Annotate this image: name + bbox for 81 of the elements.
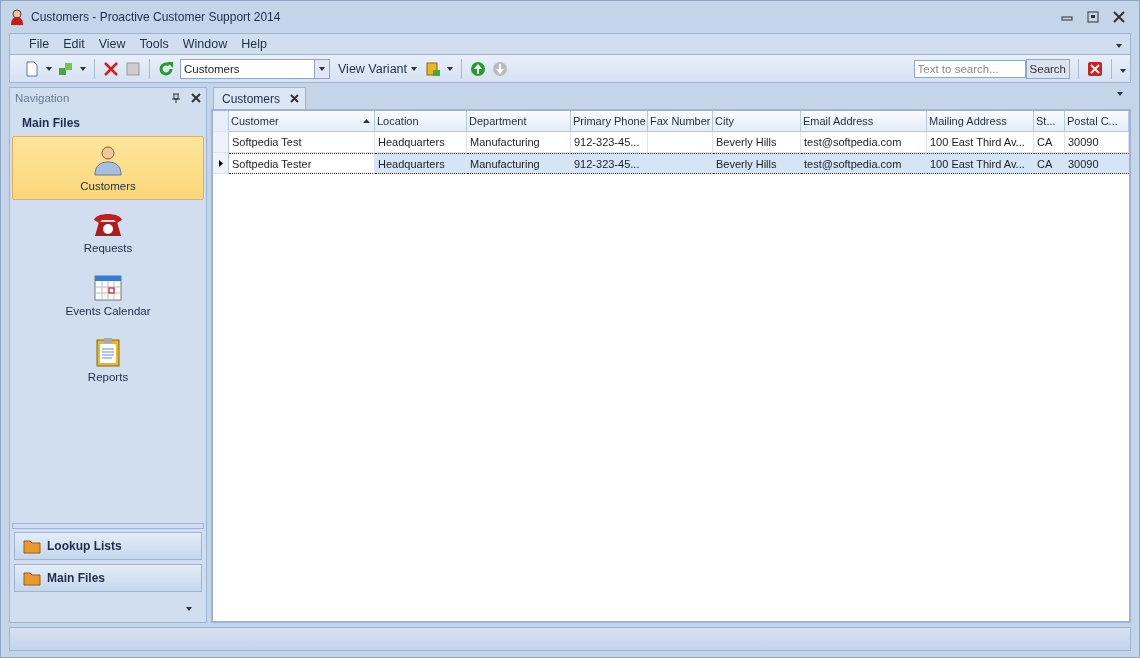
current-row-icon	[218, 159, 223, 167]
form-icon	[125, 60, 141, 77]
table-cell: test@softpedia.com	[801, 153, 927, 174]
column-header[interactable]: St...	[1034, 111, 1065, 132]
nav-item[interactable]: Reports	[12, 328, 204, 392]
table-cell: Headquarters	[375, 132, 467, 153]
caret-icon	[1117, 92, 1123, 96]
app-icon	[9, 9, 25, 25]
table-cell: Manufacturing	[467, 153, 571, 174]
table-cell	[648, 153, 713, 174]
caret-icon	[80, 66, 86, 71]
menu-item[interactable]: View	[93, 37, 131, 51]
search-button[interactable]: Search	[1025, 58, 1070, 79]
table-cell: CA	[1034, 153, 1065, 174]
close-icon	[1113, 11, 1125, 23]
clipboard-icon	[96, 337, 120, 367]
refresh-icon	[158, 60, 174, 77]
folder-icon	[23, 538, 41, 554]
folder-icon	[23, 570, 41, 586]
caret-icon	[411, 66, 418, 71]
caret-icon	[186, 607, 192, 611]
close-icon	[1087, 60, 1103, 77]
table-cell: 100 East Third Av...	[927, 132, 1034, 153]
table-cell: 100 East Third Av...	[927, 153, 1034, 174]
menu-item[interactable]: Edit	[58, 37, 90, 51]
panel-title: Navigation	[15, 92, 71, 104]
table-cell: 30090	[1065, 153, 1129, 174]
nav-item[interactable]: Requests	[12, 200, 204, 264]
group-button[interactable]: Lookup Lists	[14, 532, 202, 560]
document-tab[interactable]: Customers	[213, 87, 306, 109]
view-variant-button[interactable]: View Variant	[336, 61, 420, 76]
caret-icon	[46, 66, 52, 71]
column-header[interactable]: Primary Phone	[571, 111, 648, 132]
cubes-icon	[58, 60, 74, 77]
table-cell: 912-323-45...	[571, 153, 648, 174]
new-document-icon	[24, 60, 40, 77]
group-button[interactable]: Main Files	[14, 564, 202, 592]
delete-icon	[103, 60, 119, 77]
table-cell: Beverly Hills	[713, 153, 801, 174]
row-indicator[interactable]	[213, 153, 229, 174]
column-header[interactable]: Email Address	[801, 111, 927, 132]
table-cell: Beverly Hills	[713, 132, 801, 153]
table-cell: CA	[1034, 132, 1065, 153]
clipboard-icon	[425, 60, 442, 77]
view-combo[interactable]: Customers	[180, 58, 330, 79]
caret-icon	[1120, 68, 1126, 73]
menu-item[interactable]: Help	[236, 37, 272, 51]
corner-header	[213, 111, 229, 132]
column-header[interactable]: Mailing Address	[927, 111, 1034, 132]
restore-icon	[1087, 11, 1099, 23]
column-header[interactable]: Postal C...	[1065, 111, 1129, 132]
window-title: Customers - Proactive Customer Support 2014	[31, 10, 281, 24]
caret-icon	[447, 66, 454, 71]
table-cell: 30090	[1065, 132, 1129, 153]
nav-item[interactable]: Events Calendar	[12, 264, 204, 328]
column-header[interactable]: Fax Number	[648, 111, 713, 132]
close-icon	[191, 93, 201, 103]
column-header[interactable]: Customer	[229, 111, 375, 132]
menu-item[interactable]: Window	[177, 37, 233, 51]
table-cell	[648, 132, 713, 153]
table-cell: test@softpedia.com	[801, 132, 927, 153]
table-cell: Softpedia Test	[229, 132, 375, 153]
column-header[interactable]: City	[713, 111, 801, 132]
close-icon	[290, 94, 299, 103]
caret-icon	[1116, 44, 1122, 48]
caret-icon	[319, 66, 325, 71]
table-cell: Softpedia Tester	[229, 153, 375, 174]
table-cell: Headquarters	[375, 153, 467, 174]
table-cell: 912-323-45...	[571, 132, 648, 153]
calendar-icon	[94, 275, 122, 301]
sort-ascending-icon	[363, 119, 370, 123]
person-icon	[92, 144, 124, 176]
search-field[interactable]: Text to search...	[913, 59, 1026, 78]
menu-item[interactable]: Tools	[134, 37, 174, 51]
group-title: Main Files	[21, 115, 81, 132]
pin-icon	[171, 93, 181, 103]
table-cell: Manufacturing	[467, 132, 571, 153]
menu-item[interactable]: File	[24, 37, 55, 51]
nav-item[interactable]: Customers	[12, 136, 204, 200]
column-header[interactable]: Location	[375, 111, 467, 132]
column-header[interactable]: Department	[467, 111, 571, 132]
